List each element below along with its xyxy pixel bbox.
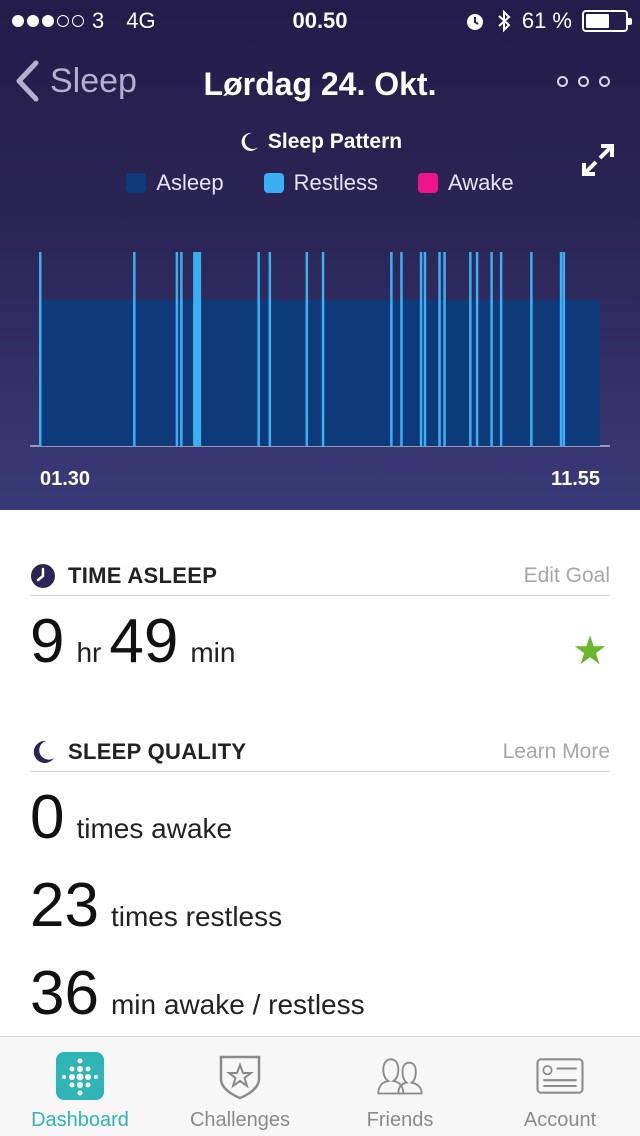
- tab-dashboard[interactable]: Dashboard: [0, 1037, 160, 1136]
- minutes-value: 49: [109, 607, 179, 676]
- status-bar: 3 4G 00.50 61 %: [0, 0, 640, 40]
- times-awake-label: times awake: [76, 813, 233, 844]
- ellipsis-icon[interactable]: [557, 76, 610, 87]
- nav-bar: Sleep Lørdag 24. Okt.: [0, 56, 640, 116]
- dashboard-icon: [56, 1052, 104, 1100]
- restless-event-bar: [475, 252, 479, 446]
- restless-event-bar: [390, 252, 393, 446]
- star-icon: ★: [572, 629, 608, 673]
- tab-friends[interactable]: Friends: [320, 1037, 480, 1136]
- sleep-quality-header: SLEEP QUALITY Learn More: [30, 732, 610, 772]
- asleep-bar: [40, 300, 600, 446]
- learn-more-link[interactable]: Learn More: [503, 740, 610, 764]
- legend-swatch-restless: [263, 173, 284, 193]
- edit-goal-link[interactable]: Edit Goal: [524, 564, 610, 588]
- restless-event-bar: [175, 252, 179, 446]
- times-restless-count: 23: [30, 871, 99, 940]
- time-asleep-value: 9 hr 49 min: [30, 606, 235, 677]
- time-asleep-heading: TIME ASLEEP: [68, 562, 218, 588]
- restless-event-bar: [257, 252, 260, 446]
- sleep-pattern-title: Sleep Pattern: [0, 130, 640, 154]
- tab-challenges[interactable]: Challenges: [160, 1037, 320, 1136]
- restless-event-bar: [180, 252, 183, 446]
- restless-event-bar: [562, 252, 566, 446]
- restless-event-bar: [133, 252, 136, 446]
- time-asleep-header: TIME ASLEEP Edit Goal: [30, 556, 610, 596]
- chart-end-time: 11.55: [551, 468, 600, 490]
- restless-event-bar: [400, 252, 403, 446]
- restless-event-bar: [305, 252, 309, 446]
- alarm-icon: [466, 14, 483, 30]
- tab-account[interactable]: Account: [480, 1037, 640, 1136]
- chart-legend: Asleep Restless Awake: [0, 170, 640, 196]
- chart-start-time: 01.30: [40, 468, 91, 490]
- restless-event-bar: [438, 252, 441, 446]
- restless-event-bar: [268, 252, 272, 446]
- times-awake-count: 0: [30, 783, 65, 852]
- restless-event-bar: [530, 252, 533, 446]
- account-icon: [536, 1058, 584, 1094]
- sleep-quality-heading: SLEEP QUALITY: [68, 738, 247, 764]
- times-awake-row: 0 times awake: [30, 782, 232, 853]
- restless-event-bar: [490, 252, 493, 446]
- times-restless-row: 23 times restless: [30, 870, 282, 941]
- minutes-restless-row: 36 min awake / restless: [30, 958, 365, 1029]
- restless-event-bar: [443, 252, 446, 446]
- minutes-restless-label: min awake / restless: [110, 989, 365, 1020]
- moon-icon: [33, 740, 54, 763]
- bluetooth-icon: [498, 9, 511, 33]
- hours-value: 9: [30, 607, 65, 676]
- tab-label: Account: [523, 1109, 597, 1131]
- restless-event-bar: [196, 252, 200, 446]
- legend-item-asleep: Asleep: [126, 170, 224, 196]
- tab-bar: Dashboard Challenges Friends Account: [0, 1036, 640, 1136]
- restless-event-bar: [559, 252, 563, 446]
- restless-event-bar: [419, 252, 423, 446]
- sleep-pattern-chart[interactable]: [0, 240, 640, 460]
- restless-event-bar: [469, 252, 472, 446]
- sleep-header: 3 4G 00.50 61 % Sleep Lørdag 24. Okt. Sl…: [0, 0, 640, 510]
- battery-percent: 61 %: [521, 8, 572, 33]
- minutes-unit: min: [190, 637, 236, 668]
- restless-event-bar: [423, 252, 427, 446]
- minutes-restless-value: 36: [30, 959, 99, 1028]
- challenges-icon: [219, 1055, 261, 1100]
- legend-item-awake: Awake: [418, 170, 514, 196]
- tab-label: Dashboard: [31, 1109, 129, 1131]
- clock-icon: [31, 563, 55, 588]
- legend-swatch-asleep: [126, 173, 147, 193]
- tab-label: Challenges: [189, 1109, 291, 1131]
- restless-event-bar: [321, 252, 325, 446]
- friends-icon: [377, 1058, 423, 1095]
- times-restless-label: times restless: [110, 901, 283, 932]
- page-title: Lørdag 24. Okt.: [203, 66, 437, 102]
- legend-swatch-awake: [418, 173, 438, 193]
- restless-event-bar: [499, 252, 503, 446]
- battery-icon: [582, 10, 632, 32]
- legend-item-restless: Restless: [263, 170, 378, 196]
- moon-icon: [241, 132, 258, 151]
- tab-label: Friends: [366, 1109, 434, 1131]
- hours-unit: hr: [76, 637, 102, 668]
- restless-event-bar: [39, 252, 42, 446]
